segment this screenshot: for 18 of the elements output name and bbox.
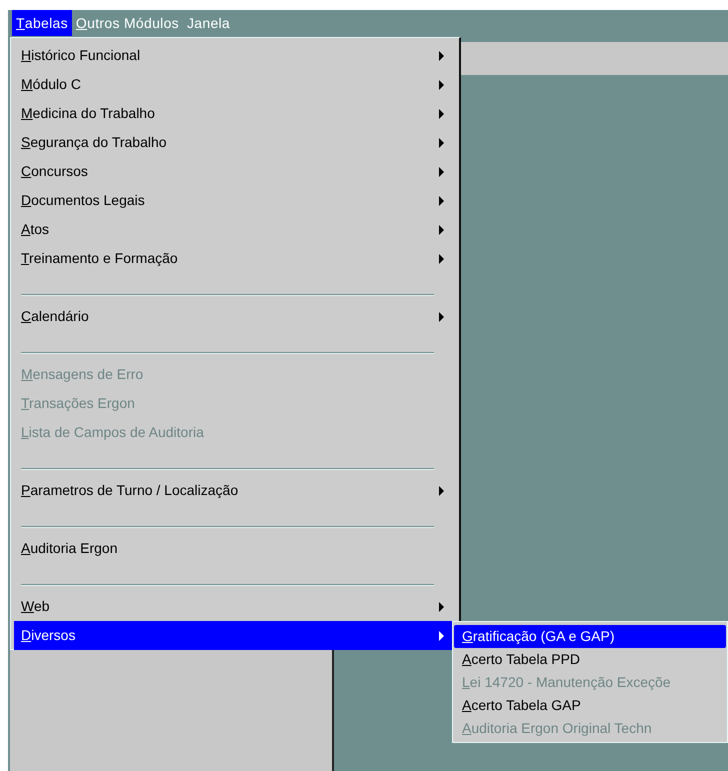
menu-item[interactable]: Gratificação (GA e GAP) bbox=[454, 625, 726, 648]
menu-item[interactable]: Segurança do Trabalho bbox=[14, 128, 456, 157]
menu-item[interactable]: Atos bbox=[14, 215, 456, 244]
menu-item[interactable]: Medicina do Trabalho bbox=[14, 99, 456, 128]
menu-bar-item[interactable]: Janela bbox=[182, 10, 234, 36]
menu-item[interactable]: Concursos bbox=[14, 157, 456, 186]
menu-item[interactable]: Acerto Tabela GAP bbox=[454, 694, 726, 717]
menu-item[interactable]: Acerto Tabela PPD bbox=[454, 648, 726, 671]
menu-item[interactable]: Histórico Funcional bbox=[14, 41, 456, 70]
menu-item[interactable]: Calendário bbox=[14, 302, 456, 331]
menu-bar-item[interactable]: Outros Módulos bbox=[72, 10, 183, 36]
menu-item[interactable]: Web bbox=[14, 592, 456, 621]
menu-item[interactable]: Parametros de Turno / Localização bbox=[14, 476, 456, 505]
menu-item[interactable]: Módulo C bbox=[14, 70, 456, 99]
menu-item[interactable]: Documentos Legais bbox=[14, 186, 456, 215]
menu-bar-item[interactable]: Tabelas bbox=[12, 10, 72, 36]
menu-item[interactable]: Auditoria Ergon bbox=[14, 534, 456, 563]
menu-item[interactable]: Treinamento e Formação bbox=[14, 244, 456, 273]
